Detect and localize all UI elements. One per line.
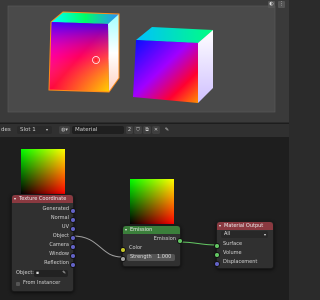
from-instancer-label: From Instancer	[23, 280, 61, 286]
shader-node-editor[interactable]: ▾ Texture Coordinate Generated Normal UV…	[0, 137, 289, 300]
collapse-chevron-icon[interactable]: ▾	[219, 222, 221, 230]
material-name-field[interactable]: Material	[72, 126, 124, 134]
texture-coordinate-title-text: Texture Coordinate	[19, 196, 67, 202]
duplicate-material-icon[interactable]: ⧉	[143, 126, 151, 134]
output-object: Object	[12, 232, 76, 241]
slot-label: Slot 1	[20, 127, 36, 133]
object-cube-icon: ▪	[36, 271, 40, 276]
target-dropdown[interactable]: All ▾	[221, 231, 268, 238]
object-row: Object: ▪ ✎	[12, 269, 73, 278]
unlink-material-icon[interactable]: ✕	[152, 126, 160, 134]
emission-node[interactable]: ▾ Emission Emission Color Strength 1.000	[120, 225, 183, 267]
input-volume: Volume	[214, 249, 273, 258]
strength-label: Strength	[130, 254, 152, 260]
user-count-badge[interactable]: 2	[126, 126, 133, 134]
socket-emission-out[interactable]	[177, 237, 183, 244]
strength-field[interactable]: Strength 1.000	[127, 254, 175, 261]
from-instancer-checkbox[interactable]	[16, 281, 20, 286]
slot-dropdown[interactable]: Slot 1 ▾	[17, 126, 52, 134]
link-object-to-color	[72, 235, 123, 258]
fake-user-shield-icon[interactable]: ⛉	[134, 126, 142, 134]
strength-value: 1.000	[157, 254, 172, 260]
collapse-chevron-icon[interactable]: ▾	[14, 195, 16, 203]
socket-generated[interactable]	[70, 207, 76, 214]
collapse-chevron-icon[interactable]: ▾	[125, 226, 127, 234]
socket-displacement-in[interactable]	[214, 260, 220, 267]
eyedropper-icon[interactable]: ✎	[62, 270, 66, 277]
input-strength: Strength 1.000	[120, 253, 180, 262]
socket-uv[interactable]	[70, 225, 76, 232]
emission-preview	[130, 179, 174, 224]
output-camera: Camera	[12, 241, 76, 250]
mode-label[interactable]: des	[1, 127, 11, 133]
material-output-node[interactable]: ▾ Material Output All ▾ Surface Volume D…	[214, 221, 274, 269]
socket-camera[interactable]	[70, 243, 76, 250]
input-color: Color	[120, 244, 180, 253]
output-uv: UV	[12, 223, 76, 232]
socket-volume-in[interactable]	[214, 251, 220, 258]
object-label: Object:	[16, 270, 34, 276]
output-reflection: Reflection	[12, 259, 76, 268]
socket-window[interactable]	[70, 252, 76, 259]
material-name: Material	[75, 127, 98, 133]
link-emission-to-surface	[179, 241, 217, 246]
socket-reflection[interactable]	[70, 261, 76, 268]
target-value: All	[224, 231, 231, 237]
material-output-title-text: Material Output	[224, 223, 264, 229]
pin-icon[interactable]: ✎	[163, 126, 171, 134]
output-window: Window	[12, 250, 76, 259]
socket-object[interactable]	[70, 234, 76, 241]
socket-color-in[interactable]	[120, 246, 126, 253]
material-browse-icon[interactable]: ◍▾	[59, 126, 70, 134]
input-surface: Surface	[214, 240, 273, 249]
viewport-scene	[7, 5, 276, 113]
chevron-down-icon: ▾	[263, 232, 266, 237]
cube-unselected	[133, 27, 213, 103]
emission-title[interactable]: ▾ Emission	[123, 226, 180, 234]
viewport-shading-icon[interactable]: ◐	[268, 1, 275, 8]
material-output-title[interactable]: ▾ Material Output	[217, 222, 273, 230]
emission-title-text: Emission	[130, 227, 153, 233]
node-editor-header: des Slot 1 ▾ ◍▾ Material 2 ⛉ ⧉ ✕ ✎	[0, 123, 289, 138]
cube-selected	[48, 11, 120, 93]
output-emission: Emission	[123, 235, 183, 244]
texture-coordinate-node[interactable]: ▾ Texture Coordinate Generated Normal UV…	[11, 194, 76, 292]
chevron-down-icon: ▾	[46, 127, 49, 132]
socket-strength-in[interactable]	[120, 255, 126, 262]
output-normal: Normal	[12, 214, 76, 223]
viewport-overlay-icon[interactable]: ⋮	[278, 1, 285, 8]
viewport-3d[interactable]: ◐ ⋮	[0, 0, 289, 122]
texture-coordinate-preview	[21, 149, 65, 194]
from-instancer-row: From Instancer	[12, 279, 73, 288]
object-picker-field[interactable]: ▪ ✎	[34, 270, 68, 277]
input-displacement: Displacement	[214, 258, 273, 267]
socket-surface-in[interactable]	[214, 242, 220, 249]
output-generated: Generated	[12, 205, 76, 214]
socket-normal[interactable]	[70, 216, 76, 223]
texture-coordinate-title[interactable]: ▾ Texture Coordinate	[12, 195, 73, 203]
